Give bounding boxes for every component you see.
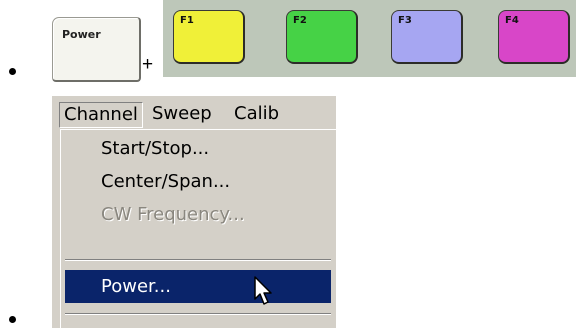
menu-calib-label: Calib — [234, 103, 280, 124]
f4-key-label: F4 — [505, 15, 519, 26]
menu-item-start-stop[interactable]: Start/Stop... — [61, 132, 336, 165]
f3-key[interactable]: F3 — [391, 10, 463, 64]
menu-channel[interactable]: Channel — [59, 102, 143, 128]
f2-key-label: F2 — [293, 15, 307, 26]
function-key-strip: F1 F2 F3 F4 — [163, 0, 576, 77]
menu-item-power[interactable]: Power... — [65, 270, 331, 303]
menu-item-start-stop-label: Start/Stop... — [101, 138, 210, 159]
power-key[interactable]: Power — [52, 17, 141, 82]
f1-key[interactable]: F1 — [173, 10, 245, 64]
channel-dropdown: Start/Stop... Center/Span... CW Frequenc… — [60, 129, 336, 328]
menu-channel-label: Channel — [64, 104, 138, 125]
power-key-label: Power — [62, 28, 101, 41]
menu-separator-bottom — [65, 313, 331, 315]
menu-item-center-span-label: Center/Span... — [101, 171, 231, 192]
menu-calib[interactable]: Calib — [230, 102, 283, 128]
f4-key[interactable]: F4 — [498, 10, 570, 64]
menu-sweep[interactable]: Sweep — [148, 102, 216, 128]
menu-separator — [65, 259, 331, 261]
f2-key[interactable]: F2 — [286, 10, 358, 64]
plus-sign: + — [142, 54, 154, 75]
menu-item-center-span[interactable]: Center/Span... — [61, 165, 336, 198]
mouse-pointer-icon — [254, 276, 272, 305]
channel-menu-screenshot: Channel Sweep Calib Start/Stop... Center… — [52, 96, 336, 328]
menu-sweep-label: Sweep — [152, 103, 212, 124]
menu-item-cw-frequency-label: CW Frequency... — [101, 204, 245, 225]
bullet-2 — [9, 316, 16, 323]
menu-item-cw-frequency: CW Frequency... — [61, 198, 336, 231]
menu-item-power-label: Power... — [101, 276, 171, 297]
f3-key-label: F3 — [398, 15, 412, 26]
f1-key-label: F1 — [180, 15, 194, 26]
bullet-1 — [9, 68, 16, 75]
